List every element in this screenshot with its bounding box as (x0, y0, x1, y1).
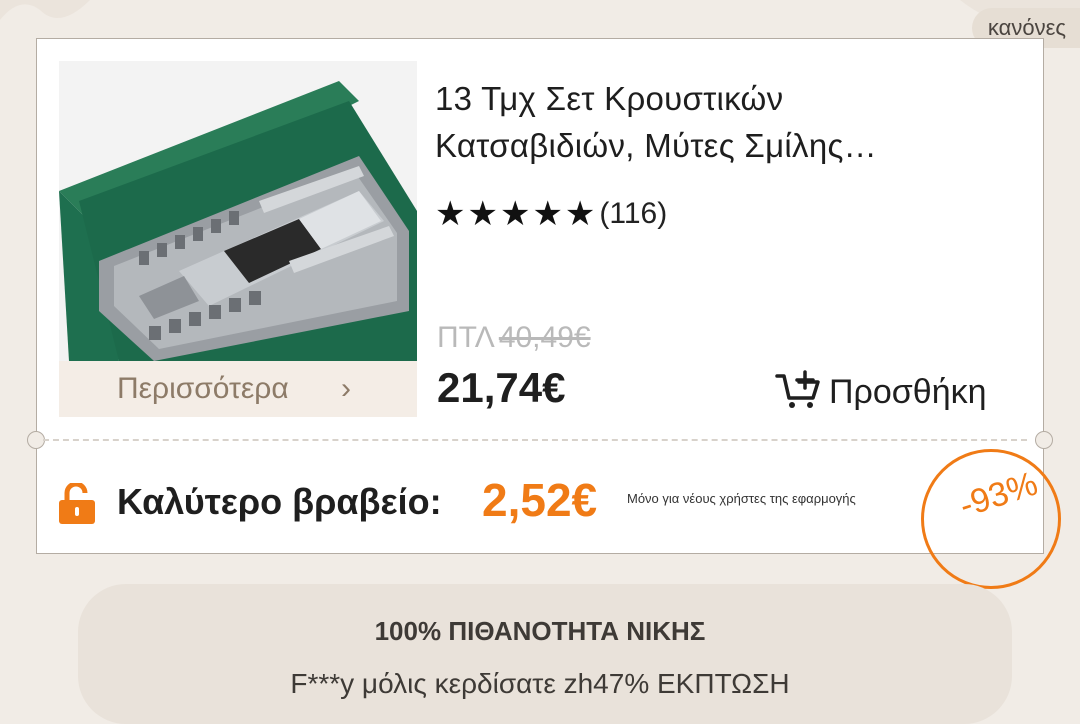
more-button[interactable]: Περισσότερα › (59, 361, 417, 417)
discount-badge (921, 449, 1061, 589)
original-price: ΠΤΛ 40,49€ (437, 321, 591, 355)
unlocked-padlock-icon (57, 481, 97, 530)
win-chance-panel (78, 584, 1012, 724)
original-price-prefix: ΠΤΛ (437, 321, 495, 354)
win-chance-title: 100% ΠΙΘΑΝΟΤΗΤΑ ΝΙΚΗΣ (374, 616, 706, 646)
add-to-cart-label: Προσθήκη (829, 372, 987, 411)
sale-price: 21,74€ (437, 364, 566, 411)
best-prize-value: 2,52€ (482, 474, 598, 526)
more-label: Περισσότερα (117, 372, 289, 405)
product-title-line1: 13 Τμχ Σετ Κρουστικών (435, 80, 784, 117)
original-price-value: 40,49€ (498, 321, 591, 354)
best-prize-label: Καλύτερο βραβείο: (117, 481, 442, 522)
win-message: F***y μόλις κερδίσατε zh47% ΕΚΠΤΩΣΗ (290, 668, 790, 699)
new-users-note: Μόνο για νέους χρήστες της εφαρμογής (627, 491, 856, 506)
coupon-divider (43, 439, 1027, 441)
ticket-notch-right (1035, 431, 1053, 449)
product-coupon-card: Περισσότερα › 13 Τμχ Σετ Κρουστικών Κατσ… (27, 38, 1061, 589)
product-title[interactable]: 13 Τμχ Σετ Κρουστικών Κατσαβιδιών, Μύτες… (435, 75, 995, 169)
star-rating-icons: ★★★★★ (435, 195, 598, 233)
chevron-right-icon: › (341, 372, 351, 405)
product-image[interactable] (59, 61, 417, 361)
add-to-cart-button[interactable]: Προσθήκη (775, 369, 987, 415)
rating-count: (116) (599, 197, 668, 230)
add-to-cart-icon (775, 369, 821, 415)
product-rating: ★★★★★ (116) (435, 194, 667, 234)
product-title-line2: Κατσαβιδιών, Μύτες Σμίλης… (435, 127, 877, 164)
